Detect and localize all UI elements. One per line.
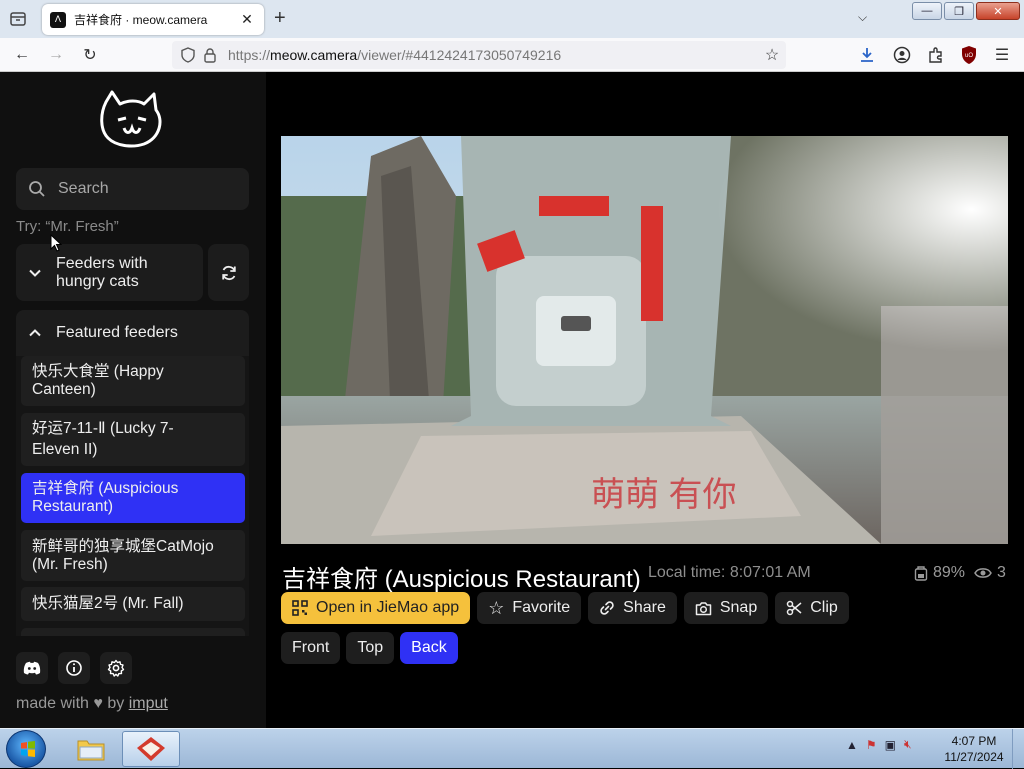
network-icon[interactable]: ▣ [885, 738, 896, 752]
camera-video-stream[interactable]: 萌萌 有你 [281, 136, 1008, 544]
open-in-app-button[interactable]: Open in JieMao app [281, 592, 471, 624]
account-icon[interactable] [893, 46, 911, 64]
sidebar: Try: “Mr. Fresh” Feeders with hungry cat… [0, 72, 266, 728]
search-icon [29, 181, 45, 197]
browser-nav-bar: ← → ↻ https://meow.camera/viewer/#441242… [0, 38, 1024, 72]
star-icon: ☆ [488, 597, 505, 618]
browser-tab-bar: ᐱ 吉祥食府 · meow.camera ✕ + ⌵ — ❐ ✕ [0, 0, 1024, 38]
chevron-down-icon [29, 269, 41, 277]
sidebar-footer-icons [16, 652, 132, 684]
discord-button[interactable] [16, 652, 48, 684]
lock-icon[interactable] [202, 47, 218, 63]
author-link[interactable]: imput [129, 695, 168, 712]
downloads-icon[interactable] [858, 46, 876, 64]
view-back-button[interactable]: Back [400, 632, 458, 664]
feeder-stats: 89% 3 [914, 564, 1006, 582]
folder-icon [77, 740, 105, 761]
view-front-button[interactable]: Front [281, 632, 341, 664]
reload-icon[interactable]: ↻ [80, 45, 100, 65]
made-with-credit: made with ♥ by imput [16, 695, 168, 712]
eye-icon [974, 568, 992, 578]
snap-button[interactable]: Snap [683, 592, 769, 624]
refresh-button[interactable] [208, 244, 249, 301]
close-window-button[interactable]: ✕ [976, 2, 1020, 20]
window-controls: — ❐ ✕ [912, 2, 1020, 20]
svg-text:uO: uO [965, 53, 973, 59]
app-icon [137, 737, 165, 761]
search-hint: Try: “Mr. Fresh” [16, 218, 119, 235]
viewer-count: 3 [997, 564, 1006, 581]
viewer-actions: Open in JieMao app ☆ Favorite Share Snap [281, 592, 849, 624]
show-desktop-button[interactable] [1012, 729, 1024, 769]
firefox-view-icon[interactable] [8, 9, 28, 29]
ublock-origin-icon[interactable]: uO [960, 45, 978, 65]
meow-camera-logo[interactable] [98, 90, 168, 150]
chevron-up-icon [29, 329, 41, 337]
link-icon [600, 601, 614, 615]
new-tab-button[interactable]: + [274, 8, 286, 28]
featured-feeders-label: Featured feeders [56, 324, 178, 341]
camera-title: 吉祥食府 (Auspicious Restaurant) [282, 566, 641, 593]
taskbar-clock[interactable]: 4:07 PM 11/27/2024 [938, 733, 1010, 765]
clip-button[interactable]: Clip [775, 592, 849, 624]
feeder-item-mr-fall[interactable]: 快乐猫屋2号 (Mr. Fall) [21, 587, 245, 621]
gear-icon [107, 659, 125, 677]
tab-title: 吉祥食府 · meow.camera [74, 13, 208, 27]
camera-icon [695, 601, 712, 615]
tab-close-icon[interactable]: ✕ [238, 11, 256, 28]
tray-expand-icon[interactable]: ▲ [846, 738, 858, 752]
info-icon [66, 660, 82, 676]
volume-muted-icon[interactable]: 🔇︎ [904, 737, 912, 752]
bookmark-star-icon[interactable]: ☆ [762, 45, 782, 65]
start-button[interactable] [6, 730, 46, 768]
info-button[interactable] [58, 652, 90, 684]
favorite-button[interactable]: ☆ Favorite [477, 592, 582, 624]
maximize-button[interactable]: ❐ [944, 2, 974, 20]
search-box[interactable] [16, 168, 249, 210]
refresh-icon [221, 265, 236, 280]
page: Try: “Mr. Fresh” Feeders with hungry cat… [0, 72, 1024, 728]
feeder-item-partial[interactable] [21, 628, 245, 636]
camera-view-switcher: Front Top Back [281, 632, 458, 664]
settings-button[interactable] [100, 652, 132, 684]
camera-feed-image: 萌萌 有你 [281, 136, 1008, 544]
featured-feeders-toggle[interactable]: Featured feeders [16, 310, 249, 356]
forward-arrow-icon[interactable]: → [46, 45, 66, 65]
qr-code-icon [292, 600, 308, 616]
tab-favicon-icon: ᐱ [50, 11, 66, 28]
search-input[interactable] [56, 179, 226, 199]
extensions-icon[interactable] [927, 46, 945, 64]
feeder-item-auspicious-restaurant[interactable]: 吉祥食府 (Auspicious Restaurant) [21, 473, 245, 523]
action-center-icon[interactable]: ⚑ [866, 738, 877, 752]
minimize-button[interactable]: — [912, 2, 942, 20]
hungry-feeders-toggle[interactable]: Feeders with hungry cats [16, 244, 203, 301]
shield-icon[interactable] [180, 47, 196, 63]
windows-logo-icon [21, 741, 35, 757]
share-button[interactable]: Share [588, 592, 677, 624]
hungry-feeders-label: Feeders with hungry cats [56, 254, 148, 290]
menu-hamburger-icon[interactable]: ☰ [992, 45, 1012, 65]
system-tray: ▲ ⚑ ▣ 🔇︎ [846, 737, 912, 752]
taskbar-browser[interactable] [122, 731, 180, 767]
food-level-value: 89% [933, 564, 966, 581]
mouse-cursor-icon [50, 234, 62, 252]
back-arrow-icon[interactable]: ← [12, 45, 32, 65]
windows-taskbar: ▲ ⚑ ▣ 🔇︎ 4:07 PM 11/27/2024 [0, 728, 1024, 769]
scissors-icon [786, 600, 802, 616]
url-text: https://meow.camera/viewer/#441242417305… [228, 47, 562, 63]
feeder-item-mr-fresh[interactable]: 新鲜哥的独享城堡CatMojo (Mr. Fresh) [21, 530, 245, 581]
food-level-icon [914, 566, 928, 581]
feeder-item-happy-canteen[interactable]: 快乐大食堂 (Happy Canteen) [21, 356, 245, 406]
local-time: Local time: 8:07:01 AM [648, 564, 811, 581]
tab-active[interactable]: ᐱ 吉祥食府 · meow.camera ✕ [42, 4, 264, 35]
feeder-list: 快乐大食堂 (Happy Canteen) 好运7-11-Ⅱ (Lucky 7- E… [16, 356, 249, 636]
heart-icon: ♥ [93, 695, 103, 712]
taskbar-explorer[interactable] [62, 731, 120, 767]
list-all-tabs-icon[interactable]: ⌵ [858, 10, 867, 25]
url-bar[interactable]: https://meow.camera/viewer/#441242417305… [172, 41, 786, 69]
feeder-item-lucky-7-eleven[interactable]: 好运7-11-Ⅱ (Lucky 7- Eleven II) [21, 413, 245, 466]
discord-icon [23, 661, 41, 675]
view-top-button[interactable]: Top [346, 632, 395, 664]
